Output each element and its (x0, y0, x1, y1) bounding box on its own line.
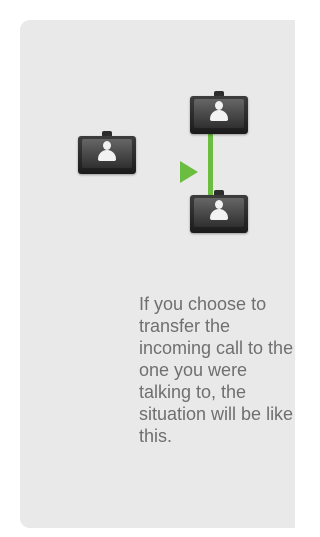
video-endpoint-icon (190, 91, 248, 134)
transfer-description: If you choose to transfer the incoming c… (139, 294, 294, 446)
info-card (20, 20, 295, 528)
video-endpoint-icon (190, 190, 248, 233)
connection-line (208, 134, 213, 196)
video-endpoint-icon (78, 131, 136, 174)
play-arrow-icon (180, 161, 198, 183)
